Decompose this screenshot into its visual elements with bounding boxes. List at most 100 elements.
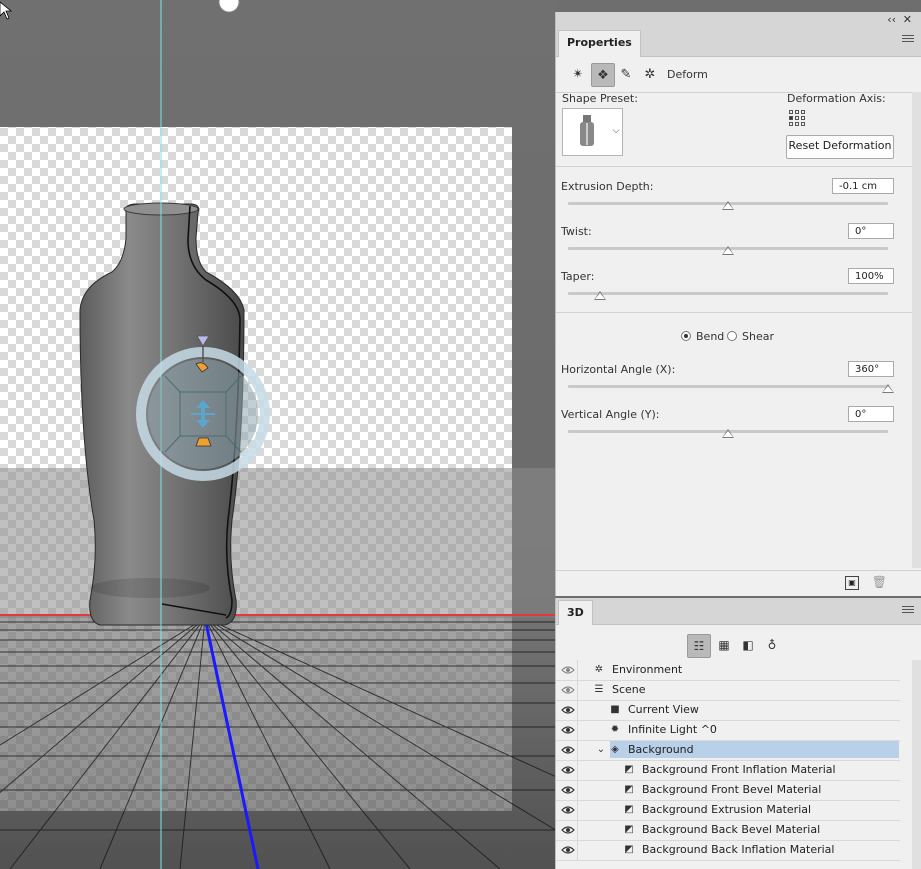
taper-slider[interactable] (568, 291, 888, 300)
shape-preset-thumbnail[interactable] (562, 108, 612, 156)
taper-slider-thumb[interactable] (594, 291, 606, 300)
material-icon: ◩ (624, 824, 634, 835)
visibility-toggle[interactable] (556, 760, 578, 780)
layer-label: Background Front Bevel Material (642, 783, 822, 796)
vertical-angle-label: Vertical Angle (Y): (561, 408, 660, 421)
horizontal-angle-slider[interactable] (568, 384, 894, 393)
properties-tabbar: Properties (556, 28, 921, 57)
layer-row[interactable]: ✲ Environment (556, 660, 900, 681)
taper-field[interactable]: 100% (848, 268, 894, 284)
3d-panel: 3D ☷ ▦ ◧ ♁ ✲ Environment ☰ Scene ■ Current Vi… (555, 598, 921, 869)
extrusion-depth-slider-thumb[interactable] (722, 201, 734, 210)
eye-icon (561, 806, 575, 814)
orbit-widget-icon (218, 0, 240, 13)
visibility-toggle[interactable] (556, 840, 578, 860)
deform-mode-icon[interactable]: ❖ (591, 63, 615, 87)
visibility-toggle[interactable] (556, 720, 578, 740)
ground-plane-grid (0, 615, 556, 869)
eye-icon (561, 726, 575, 734)
lights-filter-icon[interactable]: ♁ (761, 634, 783, 656)
3d-viewport[interactable] (0, 0, 556, 869)
visibility-toggle[interactable] (556, 680, 578, 700)
cap-mode-icon[interactable]: ✎ (615, 63, 637, 85)
chevron-down-icon[interactable]: ⌄ (594, 743, 608, 757)
horizontal-angle-field[interactable]: 360° (848, 361, 894, 377)
eye-icon (561, 766, 575, 774)
layer-row[interactable]: ✹ Infinite Light ^0 (556, 720, 900, 741)
material-icon: ◩ (624, 784, 634, 795)
meshes-filter-icon[interactable]: ▦ (713, 634, 735, 656)
layer-row[interactable]: ⌄ ◈ Background (556, 740, 900, 761)
shear-radio[interactable] (727, 331, 737, 341)
taper-label: Taper: (561, 270, 595, 283)
layer-row[interactable]: ■ Current View (556, 700, 900, 721)
mesh-icon: ◈ (611, 744, 619, 755)
environment-icon: ✲ (594, 664, 604, 675)
eye-icon (561, 826, 575, 834)
cursor-icon (0, 1, 13, 20)
visibility-toggle[interactable] (556, 660, 578, 680)
layer-row[interactable]: ◩ Background Front Inflation Material (556, 760, 900, 781)
layer-row[interactable]: ◩ Background Back Inflation Material (556, 840, 900, 861)
twist-label: Twist: (561, 225, 592, 238)
mesh-mode-icon[interactable]: ✴ (567, 63, 589, 85)
twist-slider[interactable] (568, 246, 888, 255)
tab-properties[interactable]: Properties (558, 30, 641, 57)
layer-row[interactable]: ◩ Background Back Bevel Material (556, 820, 900, 841)
visibility-toggle[interactable] (556, 820, 578, 840)
eye-icon (561, 786, 575, 794)
bend-radio[interactable] (681, 331, 691, 341)
visibility-toggle[interactable] (556, 740, 578, 760)
layer-row[interactable]: ◩ Background Extrusion Material (556, 800, 900, 821)
whole-scene-filter-icon[interactable]: ☷ (687, 634, 711, 658)
shear-label: Shear (742, 330, 774, 343)
vertical-angle-field[interactable]: 0° (848, 406, 894, 422)
layer-label: Environment (612, 663, 683, 676)
3d-layer-list: ✲ Environment ☰ Scene ■ Current View ✹ Infinite… (556, 660, 910, 869)
trash-icon[interactable]: 🗑 (872, 575, 887, 589)
3d-panel-scrollbar[interactable] (912, 660, 921, 869)
visibility-toggle[interactable] (556, 800, 578, 820)
layer-row[interactable]: ◩ Background Front Bevel Material (556, 780, 900, 801)
render-icon[interactable]: ▣ (845, 576, 859, 590)
eye-icon (561, 666, 575, 674)
extrusion-depth-slider[interactable] (568, 201, 888, 210)
close-icon[interactable]: ✕ (903, 13, 912, 26)
twist-field[interactable]: 0° (848, 223, 894, 239)
preset-dropdown-chevron-icon[interactable]: ⌵ (610, 108, 623, 156)
mode-label: Deform (667, 68, 708, 81)
layer-label: Background Back Inflation Material (642, 843, 835, 856)
horizontal-angle-slider-thumb[interactable] (882, 384, 894, 393)
properties-mode-bar: ✴ ❖ ✎ ✲ Deform (556, 58, 921, 93)
deformation-axis-grid-icon[interactable] (789, 110, 809, 126)
extrusion-depth-label: Extrusion Depth: (561, 180, 654, 193)
layer-label: Background Back Bevel Material (642, 823, 821, 836)
materials-filter-icon[interactable]: ◧ (737, 634, 759, 656)
camera-icon: ■ (610, 704, 620, 715)
properties-panel: ‹‹ ✕ Properties ✴ ❖ ✎ ✲ Deform Shape Pre… (555, 12, 921, 596)
viewport-canvas (0, 0, 556, 869)
layer-label: Background Extrusion Material (642, 803, 812, 816)
deformation-axis-label: Deformation Axis: (787, 92, 886, 105)
tab-3d[interactable]: 3D (558, 600, 593, 625)
3d-panel-menu-icon[interactable] (902, 606, 914, 616)
3d-tabbar: 3D (556, 598, 921, 625)
visibility-toggle[interactable] (556, 700, 578, 720)
reset-deformation-button[interactable]: Reset Deformation (786, 135, 894, 159)
eye-icon (561, 746, 575, 754)
layer-row[interactable]: ☰ Scene (556, 680, 900, 701)
extrusion-depth-field[interactable]: -0.1 cm (832, 178, 894, 194)
visibility-toggle[interactable] (556, 780, 578, 800)
bend-label: Bend (696, 330, 725, 343)
vertical-angle-slider[interactable] (568, 429, 888, 438)
collapse-icon[interactable]: ‹‹ (887, 13, 896, 26)
eye-icon (561, 706, 575, 714)
twist-slider-thumb[interactable] (722, 246, 734, 255)
properties-scrollbar[interactable] (912, 92, 921, 568)
panel-menu-icon[interactable] (902, 35, 914, 45)
vertical-angle-slider-thumb[interactable] (722, 429, 734, 438)
material-icon: ◩ (624, 844, 634, 855)
bottle-preset-icon (580, 115, 594, 146)
coordinates-mode-icon[interactable]: ✲ (639, 63, 661, 85)
light-icon: ✹ (610, 724, 620, 735)
